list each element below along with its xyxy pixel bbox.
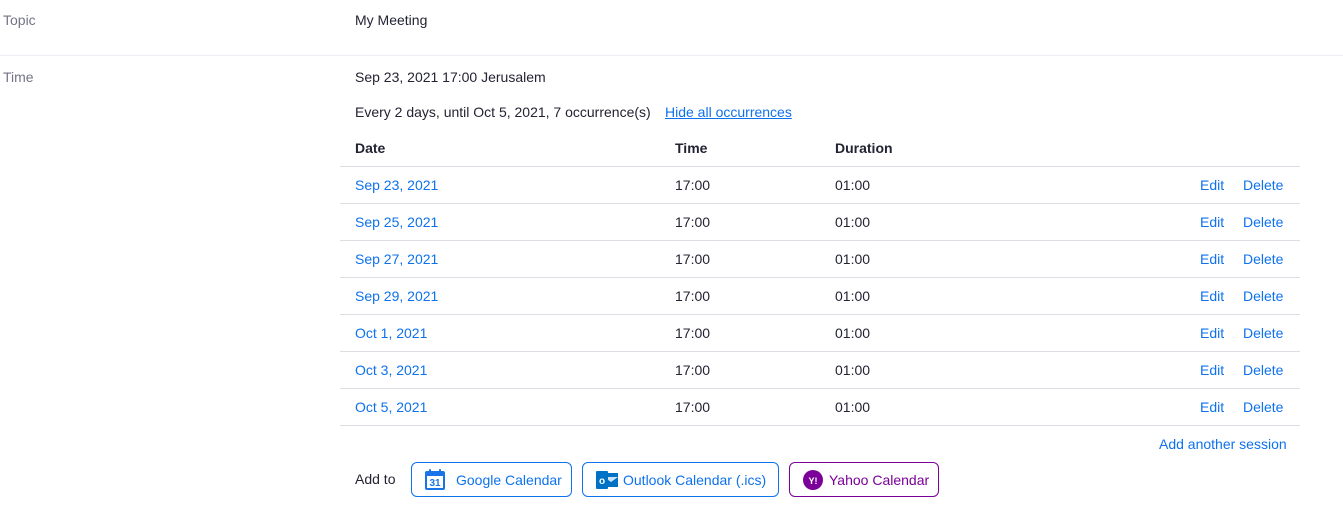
table-row: Sep 27, 2021 17:00 01:00 Edit Delete — [340, 241, 1300, 278]
occurrence-date-link[interactable]: Sep 23, 2021 — [355, 177, 438, 193]
delete-link[interactable]: Delete — [1243, 362, 1283, 378]
google-calendar-icon: 31 — [424, 468, 446, 491]
occurrence-time: 17:00 — [675, 251, 711, 267]
table-row: Sep 23, 2021 17:00 01:00 Edit Delete — [340, 167, 1300, 204]
yahoo-calendar-label: Yahoo Calendar — [829, 471, 930, 488]
occurrence-duration: 01:00 — [835, 399, 871, 415]
yahoo-calendar-button[interactable]: Y! Yahoo Calendar — [789, 462, 939, 497]
outlook-calendar-button[interactable]: o Outlook Calendar (.ics) — [582, 462, 779, 497]
occurrence-date-link[interactable]: Oct 5, 2021 — [355, 399, 427, 415]
topic-label: Topic — [3, 12, 36, 28]
occurrence-duration: 01:00 — [835, 325, 871, 341]
table-row: Sep 29, 2021 17:00 01:00 Edit Delete — [340, 278, 1300, 315]
recurrence-text: Every 2 days, until Oct 5, 2021, 7 occur… — [355, 104, 651, 120]
edit-link[interactable]: Edit — [1200, 362, 1224, 378]
google-calendar-button[interactable]: 31 Google Calendar — [411, 462, 572, 497]
header-time: Time — [675, 140, 708, 156]
occurrence-time: 17:00 — [675, 288, 711, 304]
occurrence-time: 17:00 — [675, 325, 711, 341]
svg-text:Y!: Y! — [809, 476, 818, 486]
occurrences-table: Date Time Duration Sep 23, 2021 17:00 01… — [340, 130, 1300, 426]
delete-link[interactable]: Delete — [1243, 214, 1283, 230]
edit-link[interactable]: Edit — [1200, 325, 1224, 341]
google-calendar-label: Google Calendar — [456, 471, 562, 488]
occurrence-date-link[interactable]: Oct 1, 2021 — [355, 325, 427, 341]
edit-link[interactable]: Edit — [1200, 214, 1224, 230]
occurrence-date-link[interactable]: Sep 27, 2021 — [355, 251, 438, 267]
yahoo-icon: Y! — [802, 469, 824, 491]
edit-link[interactable]: Edit — [1200, 399, 1224, 415]
delete-link[interactable]: Delete — [1243, 288, 1283, 304]
occurrence-date-link[interactable]: Sep 29, 2021 — [355, 288, 438, 304]
table-row: Oct 3, 2021 17:00 01:00 Edit Delete — [340, 352, 1300, 389]
outlook-icon: o — [595, 469, 618, 491]
delete-link[interactable]: Delete — [1243, 251, 1283, 267]
header-date: Date — [355, 140, 386, 156]
section-divider — [0, 55, 1343, 56]
add-to-label: Add to — [355, 471, 396, 487]
occurrence-duration: 01:00 — [835, 362, 871, 378]
add-another-session-link[interactable]: Add another session — [1159, 436, 1287, 452]
delete-link[interactable]: Delete — [1243, 325, 1283, 341]
edit-link[interactable]: Edit — [1200, 177, 1224, 193]
svg-text:31: 31 — [429, 478, 441, 489]
occurrence-time: 17:00 — [675, 214, 711, 230]
occurrence-time: 17:00 — [675, 399, 711, 415]
table-row: Oct 5, 2021 17:00 01:00 Edit Delete — [340, 389, 1300, 426]
header-duration: Duration — [835, 140, 893, 156]
edit-link[interactable]: Edit — [1200, 251, 1224, 267]
occurrence-time: 17:00 — [675, 362, 711, 378]
table-header: Date Time Duration — [340, 130, 1300, 167]
delete-link[interactable]: Delete — [1243, 177, 1283, 193]
table-row: Oct 1, 2021 17:00 01:00 Edit Delete — [340, 315, 1300, 352]
occurrence-date-link[interactable]: Sep 25, 2021 — [355, 214, 438, 230]
edit-link[interactable]: Edit — [1200, 288, 1224, 304]
occurrence-duration: 01:00 — [835, 177, 871, 193]
table-row: Sep 25, 2021 17:00 01:00 Edit Delete — [340, 204, 1300, 241]
occurrence-duration: 01:00 — [835, 288, 871, 304]
hide-occurrences-link[interactable]: Hide all occurrences — [665, 104, 792, 120]
time-label: Time — [3, 69, 34, 85]
outlook-calendar-label: Outlook Calendar (.ics) — [623, 471, 767, 488]
svg-text:o: o — [599, 476, 605, 487]
topic-value: My Meeting — [355, 12, 428, 28]
delete-link[interactable]: Delete — [1243, 399, 1283, 415]
occurrence-duration: 01:00 — [835, 251, 871, 267]
time-value: Sep 23, 2021 17:00 Jerusalem — [355, 69, 546, 85]
occurrence-duration: 01:00 — [835, 214, 871, 230]
occurrence-time: 17:00 — [675, 177, 711, 193]
occurrence-date-link[interactable]: Oct 3, 2021 — [355, 362, 427, 378]
